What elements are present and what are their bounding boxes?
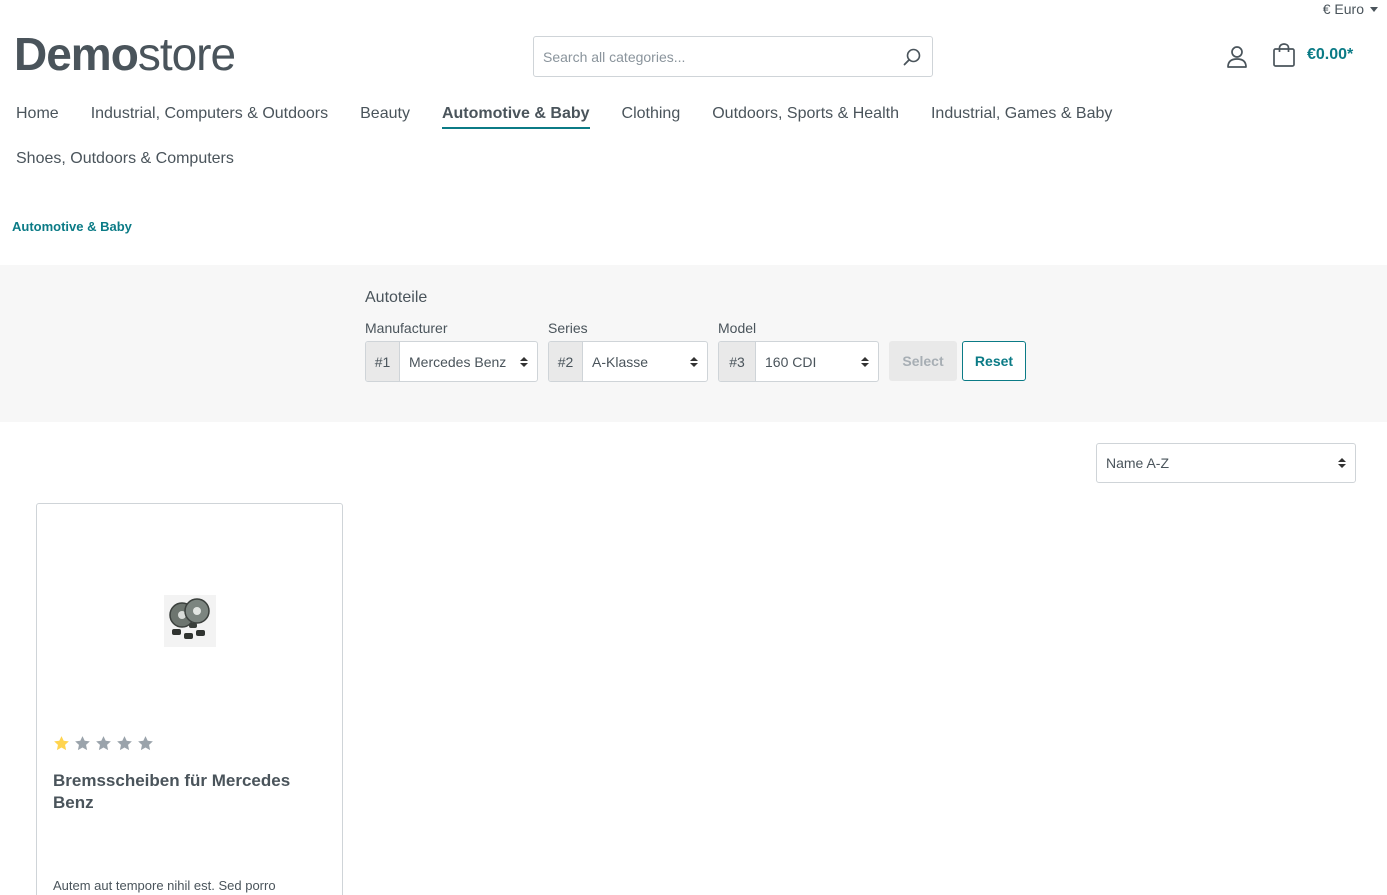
brake-disc-image — [164, 595, 216, 647]
store-logo[interactable]: Demostore — [14, 28, 236, 80]
manufacturer-field: Manufacturer #1 Mercedes Benz — [365, 320, 538, 382]
select-arrows-icon — [861, 356, 869, 367]
user-icon — [1227, 46, 1247, 68]
main-navigation: Home Industrial, Computers & Outdoors Beau… — [16, 100, 1216, 190]
sort-value: Name A-Z — [1106, 455, 1170, 471]
select-arrows-icon — [520, 356, 528, 367]
breadcrumb-current[interactable]: Automotive & Baby — [12, 219, 132, 234]
star-empty-icon — [138, 736, 153, 751]
manufacturer-step: #1 — [366, 342, 400, 381]
cart-total: €0.00* — [1307, 46, 1354, 63]
product-card: Bremsscheiben für Mercedes Benz Autem au… — [36, 503, 343, 895]
sort-select[interactable]: Name A-Z — [1096, 443, 1356, 483]
series-label: Series — [548, 320, 588, 336]
model-field: Model #3 160 CDI — [718, 320, 879, 382]
currency-dropdown[interactable]: € Euro — [1323, 1, 1378, 17]
model-step: #3 — [719, 342, 756, 381]
product-image[interactable] — [164, 595, 216, 647]
series-value: A-Klasse — [592, 353, 649, 370]
nav-item-automotive-baby[interactable]: Automotive & Baby — [441, 100, 590, 145]
product-name[interactable]: Bremsscheiben für Mercedes Benz — [53, 770, 323, 814]
model-label: Model — [718, 320, 757, 336]
manufacturer-label: Manufacturer — [365, 320, 448, 336]
search-bar — [533, 36, 933, 77]
account-button[interactable] — [1223, 43, 1251, 71]
series-step: #2 — [549, 342, 583, 381]
nav-item-clothing[interactable]: Clothing — [622, 100, 681, 145]
currency-label: € Euro — [1322, 1, 1364, 17]
series-field: Series #2 A-Klasse — [548, 320, 708, 382]
vehicle-filter-panel: Autoteile Manufacturer #1 Mercedes Benz … — [0, 265, 1387, 422]
series-select[interactable]: #2 A-Klasse — [548, 341, 708, 382]
model-select[interactable]: #3 160 CDI — [718, 341, 879, 382]
star-empty-icon — [75, 736, 90, 751]
select-arrows-icon — [1338, 458, 1346, 468]
select-button[interactable]: Select — [889, 341, 957, 381]
search-button[interactable] — [892, 37, 932, 76]
nav-item-shoes-outdoors-computers[interactable]: Shoes, Outdoors & Computers — [16, 145, 234, 190]
product-rating — [53, 735, 154, 752]
model-value: 160 CDI — [765, 353, 817, 370]
nav-item-outdoors-sports-health[interactable]: Outdoors, Sports & Health — [712, 100, 899, 145]
star-empty-icon — [117, 736, 132, 751]
star-empty-icon — [96, 736, 111, 751]
select-arrows-icon — [690, 356, 698, 367]
filter-title: Autoteile — [365, 289, 428, 306]
manufacturer-select[interactable]: #1 Mercedes Benz — [365, 341, 538, 382]
reset-button[interactable]: Reset — [962, 341, 1026, 381]
logo-light-text: store — [137, 28, 236, 80]
caret-down-icon — [1370, 6, 1378, 12]
logo-bold-text: Demo — [14, 28, 139, 80]
manufacturer-value: Mercedes Benz — [409, 353, 507, 370]
shopping-bag-icon — [1273, 43, 1295, 67]
search-input[interactable] — [534, 37, 892, 76]
product-description: Autem aut tempore nihil est. Sed porro — [53, 878, 276, 893]
nav-item-beauty[interactable]: Beauty — [360, 100, 410, 145]
nav-item-industrial-games-baby[interactable]: Industrial, Games & Baby — [931, 100, 1112, 145]
search-icon — [903, 48, 921, 65]
nav-item-industrial-computers-outdoors[interactable]: Industrial, Computers & Outdoors — [91, 100, 328, 145]
nav-item-home[interactable]: Home — [16, 100, 59, 145]
cart-button[interactable]: €0.00* — [1271, 42, 1353, 68]
star-filled-icon — [54, 736, 69, 751]
